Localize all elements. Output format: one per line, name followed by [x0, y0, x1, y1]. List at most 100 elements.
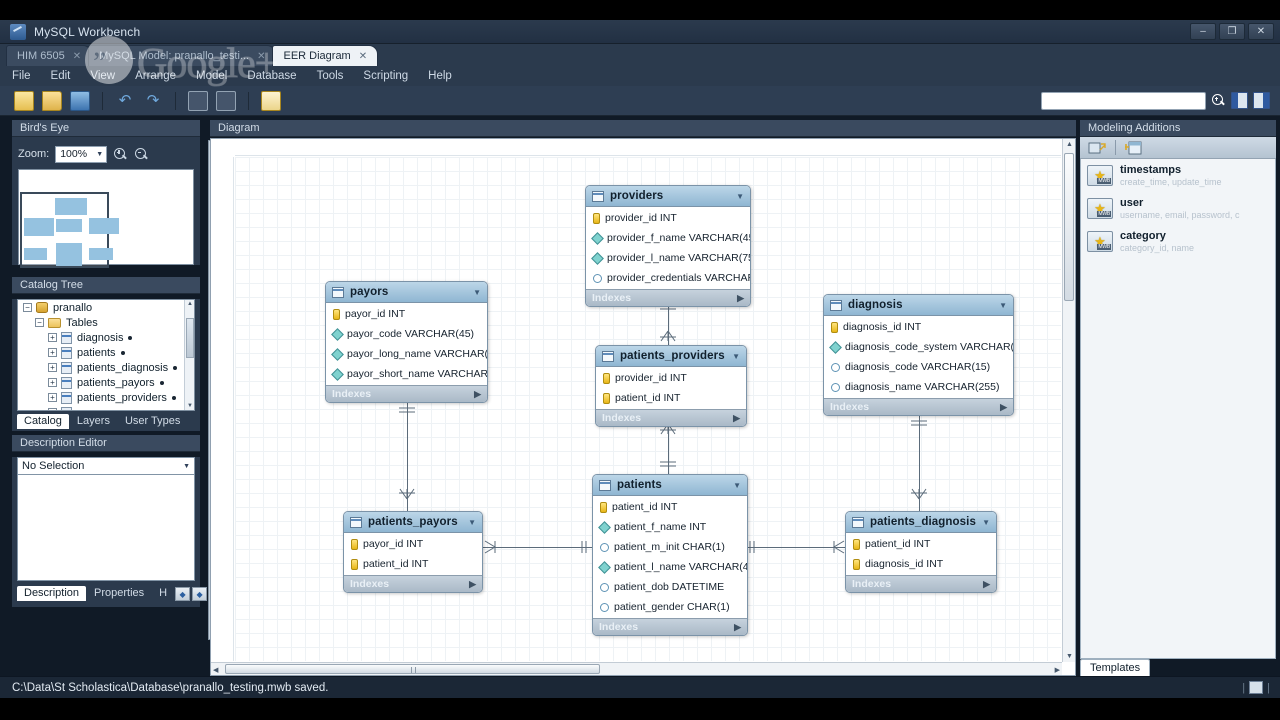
description-text-area[interactable]: [17, 475, 195, 581]
scroll-thumb-horizontal[interactable]: [225, 664, 600, 674]
menu-tools[interactable]: Tools: [317, 70, 344, 82]
tree-item-payors[interactable]: + payors: [18, 405, 194, 411]
column-row[interactable]: patient_l_name VARCHAR(45): [593, 557, 747, 577]
close-button[interactable]: ✕: [1248, 23, 1274, 40]
column-row[interactable]: patient_gender CHAR(1): [593, 597, 747, 617]
close-icon[interactable]: ✕: [257, 51, 265, 62]
menu-file[interactable]: File: [12, 70, 31, 82]
tree-item-patients-payors[interactable]: + patients_payors: [18, 375, 194, 390]
scroll-thumb[interactable]: [186, 318, 194, 358]
chevron-down-icon[interactable]: ▼: [473, 288, 481, 297]
table-header[interactable]: patients ▼: [593, 475, 747, 496]
chevron-right-icon[interactable]: ▶: [737, 293, 744, 304]
search-icon[interactable]: [1211, 93, 1226, 108]
table-patients-providers[interactable]: patients_providers ▼ provider_id INT pat…: [595, 345, 747, 427]
tree-node-schema[interactable]: − pranallo: [18, 300, 194, 315]
scroll-up-icon[interactable]: ▲: [187, 301, 193, 307]
column-row[interactable]: patient_id INT: [593, 497, 747, 517]
chevron-down-icon[interactable]: ▼: [468, 518, 476, 527]
tab-eer-diagram[interactable]: EER Diagram ✕: [272, 45, 378, 66]
tab-properties[interactable]: Properties: [87, 586, 151, 601]
tab-description[interactable]: Description: [17, 586, 86, 601]
diagram-canvas[interactable]: providers ▼ provider_id INT provider_f_n…: [210, 138, 1076, 676]
chevron-down-icon[interactable]: ▼: [733, 481, 741, 490]
diagram-grid[interactable]: providers ▼ provider_id INT provider_f_n…: [235, 157, 1061, 661]
column-row[interactable]: diagnosis_name VARCHAR(255): [824, 377, 1013, 397]
list-item[interactable]: ★ MWB user username, email, password, c: [1081, 192, 1275, 225]
tab-user-types[interactable]: User Types: [118, 414, 187, 429]
column-row[interactable]: patient_id INT: [846, 534, 996, 554]
column-row[interactable]: provider_credentials VARCHAR(45): [586, 268, 750, 288]
column-row[interactable]: payor_id INT: [344, 534, 482, 554]
chevron-down-icon[interactable]: ▼: [999, 301, 1007, 310]
tab-catalog[interactable]: Catalog: [17, 414, 69, 429]
indexes-section[interactable]: Indexes ▶: [586, 289, 750, 306]
column-row[interactable]: payor_long_name VARCHAR(255): [326, 344, 487, 364]
table-header[interactable]: diagnosis ▼: [824, 295, 1013, 316]
column-row[interactable]: patient_m_init CHAR(1): [593, 537, 747, 557]
column-row[interactable]: payor_code VARCHAR(45): [326, 324, 487, 344]
scroll-left-icon[interactable]: ◀: [213, 666, 218, 674]
table-patients[interactable]: patients ▼ patient_id INT patient_f_name…: [592, 474, 748, 636]
expand-icon[interactable]: +: [48, 333, 57, 342]
scroll-thumb-vertical[interactable]: [1064, 153, 1074, 301]
close-icon[interactable]: ✕: [73, 51, 81, 62]
indexes-section[interactable]: Indexes ▶: [824, 398, 1013, 415]
table-diagnosis[interactable]: diagnosis ▼ diagnosis_id INT diagnosis_c…: [823, 294, 1014, 416]
indexes-section[interactable]: Indexes ▶: [344, 575, 482, 592]
table-patients-payors[interactable]: patients_payors ▼ payor_id INT patient_i…: [343, 511, 483, 593]
menu-database[interactable]: Database: [247, 70, 296, 82]
table-providers[interactable]: providers ▼ provider_id INT provider_f_n…: [585, 185, 751, 307]
toggle-grid-icon[interactable]: [188, 91, 208, 111]
chevron-right-icon[interactable]: ▶: [469, 579, 476, 590]
menu-scripting[interactable]: Scripting: [363, 70, 408, 82]
search-input[interactable]: [1041, 92, 1206, 110]
zoom-out-icon[interactable]: [134, 147, 149, 162]
column-row[interactable]: patient_id INT: [596, 388, 746, 408]
menu-arrange[interactable]: Arrange: [135, 70, 176, 82]
tab-templates[interactable]: Templates: [1080, 659, 1150, 676]
indexes-section[interactable]: Indexes ▶: [326, 385, 487, 402]
menu-edit[interactable]: Edit: [51, 70, 71, 82]
scroll-down-icon[interactable]: ▼: [187, 403, 193, 409]
save-model-icon[interactable]: [70, 91, 90, 111]
expand-icon[interactable]: +: [48, 393, 57, 402]
menu-model[interactable]: Model: [196, 70, 227, 82]
table-patients-diagnosis[interactable]: patients_diagnosis ▼ patient_id INT diag…: [845, 511, 997, 593]
tab-him-6505[interactable]: HIM 6505 ✕: [6, 45, 92, 66]
expand-icon[interactable]: +: [48, 363, 57, 372]
tree-item-patients-diagnosis[interactable]: + patients_diagnosis: [18, 360, 194, 375]
column-row[interactable]: provider_f_name VARCHAR(45): [586, 228, 750, 248]
diagram-horizontal-scrollbar[interactable]: ◀ ▶: [211, 662, 1062, 675]
column-row[interactable]: provider_l_name VARCHAR(75): [586, 248, 750, 268]
chevron-right-icon[interactable]: ▶: [474, 389, 481, 400]
tab-layers[interactable]: Layers: [70, 414, 117, 429]
column-row[interactable]: payor_short_name VARCHAR(50): [326, 364, 487, 384]
birds-eye-canvas[interactable]: [18, 169, 194, 265]
nav-next-icon[interactable]: ◆: [192, 587, 207, 601]
expand-icon[interactable]: +: [48, 408, 57, 411]
list-item[interactable]: ★ MWB timestamps create_time, update_tim…: [1081, 159, 1275, 192]
close-icon[interactable]: ✕: [359, 51, 367, 62]
table-header[interactable]: providers ▼: [586, 186, 750, 207]
catalog-scrollbar[interactable]: ▲ ▼: [184, 300, 194, 410]
toggle-sidebar-icon[interactable]: [1231, 92, 1248, 109]
expand-icon[interactable]: +: [48, 378, 57, 387]
column-row[interactable]: diagnosis_id INT: [846, 554, 996, 574]
restore-button[interactable]: ❐: [1219, 23, 1245, 40]
output-icon[interactable]: [1249, 681, 1263, 694]
table-header[interactable]: patients_providers ▼: [596, 346, 746, 367]
chevron-down-icon[interactable]: ▼: [732, 352, 740, 361]
redo-icon[interactable]: ↷: [143, 91, 163, 111]
indexes-section[interactable]: Indexes ▶: [593, 618, 747, 635]
list-item[interactable]: ★ MWB category category_id, name: [1081, 225, 1275, 258]
scroll-right-icon[interactable]: ▶: [1055, 666, 1060, 674]
column-row[interactable]: provider_id INT: [596, 368, 746, 388]
indexes-section[interactable]: Indexes ▶: [846, 575, 996, 592]
table-header[interactable]: patients_payors ▼: [344, 512, 482, 533]
undo-icon[interactable]: ↶: [115, 91, 135, 111]
table-header[interactable]: patients_diagnosis ▼: [846, 512, 996, 533]
tree-item-patients-providers[interactable]: + patients_providers: [18, 390, 194, 405]
diagram-vertical-scrollbar[interactable]: ▲ ▼: [1062, 139, 1075, 662]
chevron-down-icon[interactable]: ▼: [982, 518, 990, 527]
